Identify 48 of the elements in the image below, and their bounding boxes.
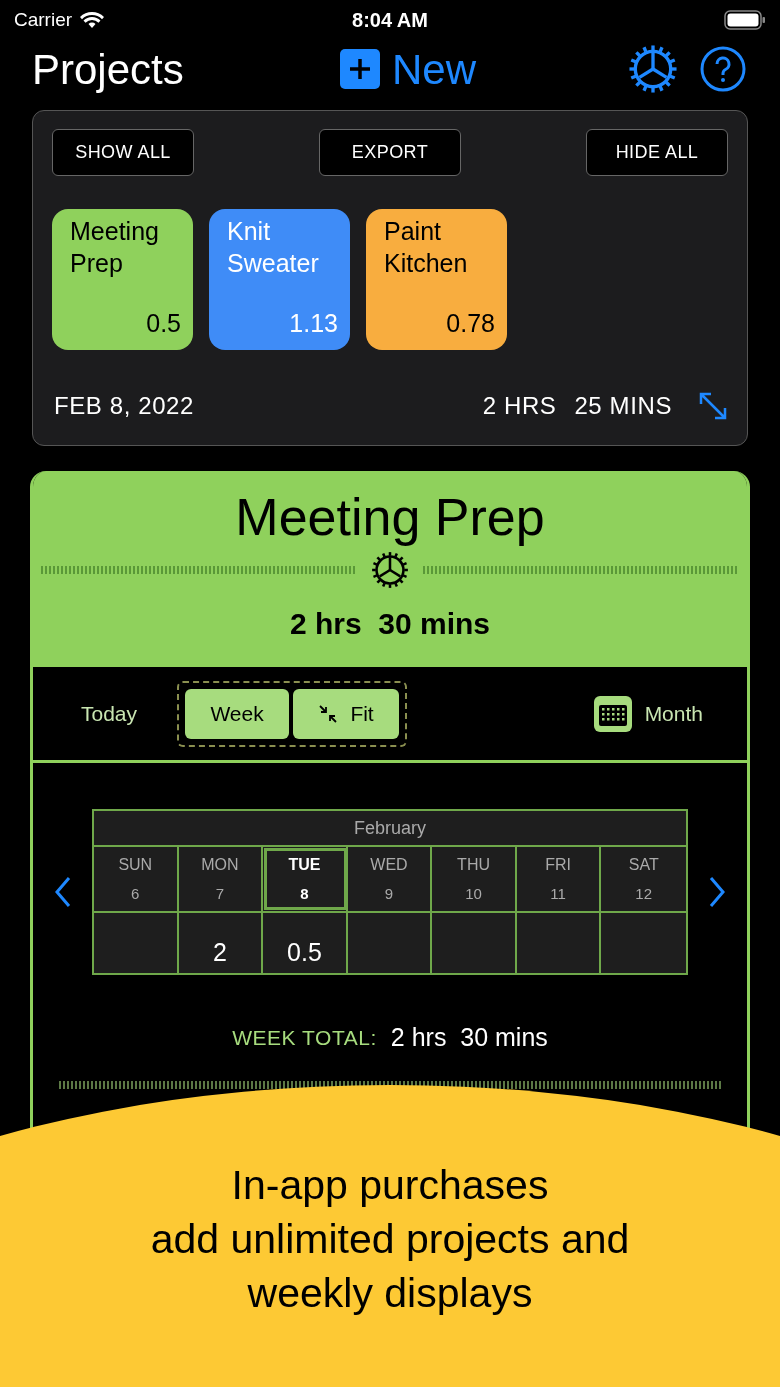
carrier-label: Carrier <box>14 7 73 32</box>
view-tab[interactable]: Week <box>185 688 290 739</box>
day-header[interactable]: FRI 11 <box>516 847 602 911</box>
week-total-value: 2 hrs 30 mins <box>390 1022 548 1053</box>
promo-text: weekly displays <box>247 1269 533 1318</box>
day-header[interactable]: TUE 8 <box>263 847 348 911</box>
day-cell: 0.5 <box>263 911 348 973</box>
day-header[interactable]: WED 9 <box>347 847 433 911</box>
project-title: Meeting Prep <box>235 487 545 548</box>
month-label: February <box>94 811 686 847</box>
day-cell: 2 <box>178 911 264 973</box>
project-value: 1.13 <box>289 307 338 339</box>
minutes-label: 25 MINS <box>574 391 672 421</box>
month-button[interactable]: Month <box>588 694 707 733</box>
help-icon[interactable] <box>700 46 746 92</box>
project-name: Knit Sweater <box>227 216 320 279</box>
view-tab[interactable]: Today <box>73 693 146 734</box>
panel-button[interactable]: SHOW ALL <box>52 129 194 176</box>
settings-icon[interactable] <box>628 44 678 94</box>
battery-icon <box>724 10 766 30</box>
panel-button[interactable]: EXPORT <box>319 129 461 176</box>
project-name: Paint Kitchen <box>384 216 469 279</box>
plus-icon <box>340 49 380 89</box>
promo-text: add unlimited projects and <box>150 1215 630 1264</box>
expand-icon[interactable] <box>698 391 728 421</box>
collapse-icon <box>318 703 339 724</box>
page-title: Projects <box>32 44 185 95</box>
project-tile[interactable]: Paint Kitchen 0.78 <box>366 209 507 350</box>
promo-text: In-app purchases <box>231 1161 549 1210</box>
project-value: 0.78 <box>446 307 495 339</box>
wifi-icon <box>80 11 105 29</box>
project-value: 0.5 <box>146 307 181 339</box>
panel-button[interactable]: HIDE ALL <box>586 129 728 176</box>
date-label: FEB 8, 2022 <box>54 391 195 421</box>
project-total: 2 hrs 30 mins <box>289 606 491 642</box>
gear-icon <box>371 551 409 589</box>
day-header[interactable]: THU 10 <box>432 847 517 911</box>
calendar-icon <box>592 694 633 733</box>
project-tile[interactable]: Meeting Prep 0.5 <box>52 209 193 350</box>
day-header[interactable]: MON 7 <box>178 847 264 911</box>
new-button[interactable]: New <box>340 37 477 101</box>
clock-time: 8:04 AM <box>352 8 428 33</box>
week-total-label: WEEK TOTAL: <box>232 1025 377 1051</box>
day-header[interactable]: SAT 12 <box>601 847 686 911</box>
hours-label: 2 HRS <box>482 391 557 421</box>
fit-button[interactable]: Fit <box>293 688 400 739</box>
project-name: Meeting Prep <box>70 216 160 279</box>
day-header[interactable]: SUN 6 <box>94 847 179 911</box>
